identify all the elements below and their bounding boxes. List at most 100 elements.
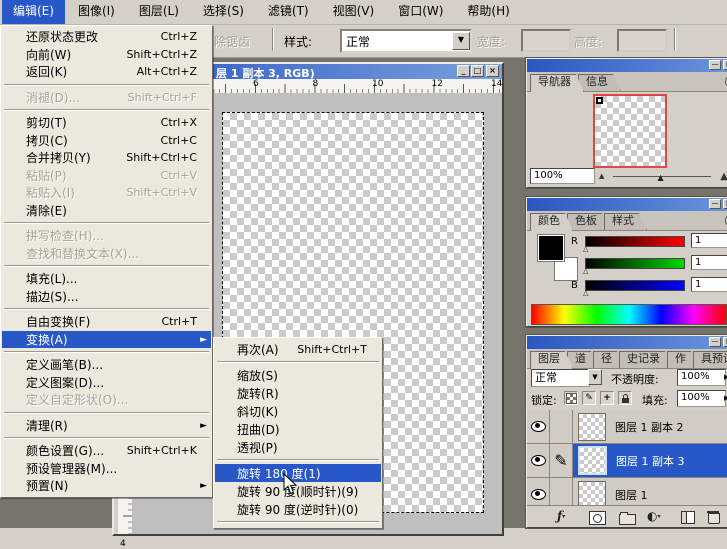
transform-submenu-item[interactable]: 旋转 90 度(顺时针)(9) <box>215 482 381 500</box>
delete-layer-button[interactable] <box>708 513 720 524</box>
edit-menu-item[interactable]: 拼写检查(H)... <box>2 227 211 245</box>
edit-menu-item[interactable]: 定义图案(D)... <box>2 374 211 392</box>
channel-slider-thumb[interactable]: △ <box>583 267 588 275</box>
layers-titlebar[interactable]: — □ <box>527 336 727 349</box>
edit-menu-item[interactable]: 合并拷贝(Y)Shift+Ctrl+C <box>2 149 211 167</box>
channel-value-input[interactable]: 1 <box>691 277 727 292</box>
menubar-item[interactable]: 图层(L) <box>128 0 190 24</box>
color-tab[interactable]: 颜色 <box>530 213 573 231</box>
color-tab[interactable]: 色板 <box>567 213 610 230</box>
edit-menu-item[interactable]: 拷贝(C)Ctrl+C <box>2 132 211 150</box>
layers-tab[interactable]: 具预设 <box>693 351 727 368</box>
zoom-percent-input[interactable]: 100% <box>530 168 595 184</box>
channel-slider[interactable] <box>585 258 685 269</box>
fill-input[interactable]: 100% <box>677 390 726 407</box>
layer-main[interactable]: 图层 1 副本 3 <box>573 444 727 477</box>
menubar-item[interactable]: 选择(S) <box>192 0 255 24</box>
doc-maximize-button[interactable]: □ <box>471 65 484 77</box>
link-cell[interactable] <box>550 410 573 443</box>
layers-tab[interactable]: 史记录 <box>619 351 673 368</box>
edit-menu-item[interactable]: 变换(A)► <box>2 331 211 349</box>
visibility-cell[interactable] <box>527 444 550 477</box>
new-layer-button[interactable] <box>681 511 695 524</box>
edit-menu-item[interactable]: 自由变换(F)Ctrl+T <box>2 313 211 331</box>
visibility-cell[interactable] <box>527 410 550 443</box>
menubar-item[interactable]: 图像(I) <box>67 0 126 24</box>
menubar-item[interactable]: 滤镜(T) <box>257 0 320 24</box>
transform-submenu-item[interactable]: 旋转(R) <box>215 384 381 402</box>
color-spectrum-bar[interactable] <box>531 304 727 325</box>
eye-icon[interactable] <box>531 421 546 432</box>
zoom-out-icon[interactable]: ▲ <box>599 172 604 180</box>
edit-menu-item[interactable]: 填充(L)... <box>2 270 211 288</box>
edit-menu-item[interactable]: 清除(E) <box>2 202 211 220</box>
channel-slider-thumb[interactable]: △ <box>583 245 588 253</box>
navigator-tab[interactable]: 导航器 <box>530 74 584 92</box>
zoom-slider-thumb[interactable]: ▲ <box>657 173 663 182</box>
edit-menu-item[interactable]: 消褪(D)...Shift+Ctrl+F <box>2 89 211 107</box>
adjustment-layer-button[interactable]: ◐▾ <box>647 509 661 523</box>
style-dropdown[interactable]: 正常 ▼ <box>340 29 472 53</box>
channel-slider[interactable] <box>585 236 685 247</box>
edit-menu-item[interactable]: 预置(N)► <box>2 477 211 495</box>
opacity-input[interactable]: 100% <box>677 369 726 386</box>
lock-all-icon[interactable] <box>618 391 632 405</box>
layer-main[interactable]: 图层 1 副本 2 <box>573 410 727 443</box>
channel-value-input[interactable]: 1 <box>691 255 727 270</box>
color-titlebar[interactable]: — □ <box>527 198 727 211</box>
height-input[interactable] <box>617 29 667 52</box>
doc-minimize-button[interactable]: _ <box>457 65 470 77</box>
zoom-slider[interactable]: ▲ <box>613 176 711 177</box>
edit-menu-item[interactable]: 剪切(T)Ctrl+X <box>2 114 211 132</box>
panel-minimize-button[interactable]: — <box>709 199 721 209</box>
chevron-down-icon[interactable]: ▼ <box>588 369 602 385</box>
layers-tab[interactable]: 图层 <box>530 351 573 369</box>
foreground-color-swatch[interactable] <box>537 234 565 262</box>
layer-thumbnail[interactable] <box>578 413 606 441</box>
add-mask-button[interactable] <box>589 511 606 525</box>
menubar-item[interactable]: 帮助(H) <box>456 0 520 24</box>
transform-submenu-item[interactable]: 缩放(S) <box>215 366 381 384</box>
edit-menu-item[interactable]: 查找和替换文本(X)... <box>2 245 211 263</box>
navigator-tab[interactable]: 信息 <box>578 74 621 91</box>
transform-submenu-item[interactable]: 旋转 90 度(逆时针)(0) <box>215 500 381 518</box>
transform-submenu-item[interactable]: 斜切(K) <box>215 402 381 420</box>
edit-menu-item[interactable]: 清理(R)► <box>2 417 211 435</box>
menubar-item[interactable]: 视图(V) <box>322 0 386 24</box>
edit-menu-item[interactable]: 还原状态更改Ctrl+Z <box>2 28 211 46</box>
edit-menu-item[interactable]: 颜色设置(G)...Shift+Ctrl+K <box>2 442 211 460</box>
edit-menu-item[interactable]: 描边(S)... <box>2 288 211 306</box>
transform-submenu-item[interactable]: 旋转 180 度(1) <box>215 464 381 482</box>
navigator-titlebar[interactable]: — □ <box>527 59 727 72</box>
new-group-button[interactable] <box>619 514 636 525</box>
lock-move-icon[interactable]: + <box>600 391 614 405</box>
transform-submenu-item[interactable]: 再次(A)Shift+Ctrl+T <box>215 340 381 358</box>
panel-close-button[interactable]: □ <box>723 337 727 347</box>
panel-minimize-button[interactable]: — <box>709 337 721 347</box>
panel-close-button[interactable]: □ <box>723 199 727 209</box>
edit-menu-item[interactable]: 定义自定形状(O)... <box>2 391 211 409</box>
transform-submenu-item[interactable]: 扭曲(D) <box>215 420 381 438</box>
lock-transparency-icon[interactable] <box>564 391 578 405</box>
panel-minimize-button[interactable]: — <box>709 60 721 70</box>
channel-slider[interactable] <box>585 280 685 291</box>
channel-slider-thumb[interactable]: △ <box>583 289 588 297</box>
chevron-down-icon[interactable]: ▼ <box>452 32 470 50</box>
layer-style-button[interactable]: ƒ▾ <box>557 509 565 523</box>
layer-thumbnail[interactable] <box>578 446 607 475</box>
width-input[interactable] <box>521 29 571 52</box>
edit-menu-item[interactable]: 粘贴(P)Ctrl+V <box>2 167 211 185</box>
eye-icon[interactable] <box>531 455 546 466</box>
eye-icon[interactable] <box>531 489 546 500</box>
edit-menu-item[interactable]: 预设管理器(M)... <box>2 460 211 478</box>
lock-paint-icon[interactable]: ✎ <box>582 391 596 405</box>
layer-row[interactable]: ✎图层 1 副本 3 <box>527 444 727 478</box>
channel-value-input[interactable]: 1 <box>691 233 727 248</box>
edit-menu-item[interactable]: 粘贴入(I)Shift+Ctrl+V <box>2 184 211 202</box>
menubar-item[interactable]: 编辑(E) <box>2 0 65 24</box>
panel-close-button[interactable]: □ <box>723 60 727 70</box>
navigator-thumbnail[interactable] <box>593 94 667 168</box>
edit-menu-item[interactable]: 定义画笔(B)... <box>2 356 211 374</box>
edit-menu-item[interactable]: 向前(W)Shift+Ctrl+Z <box>2 46 211 64</box>
layer-row[interactable]: 图层 1 副本 2 <box>527 410 727 444</box>
